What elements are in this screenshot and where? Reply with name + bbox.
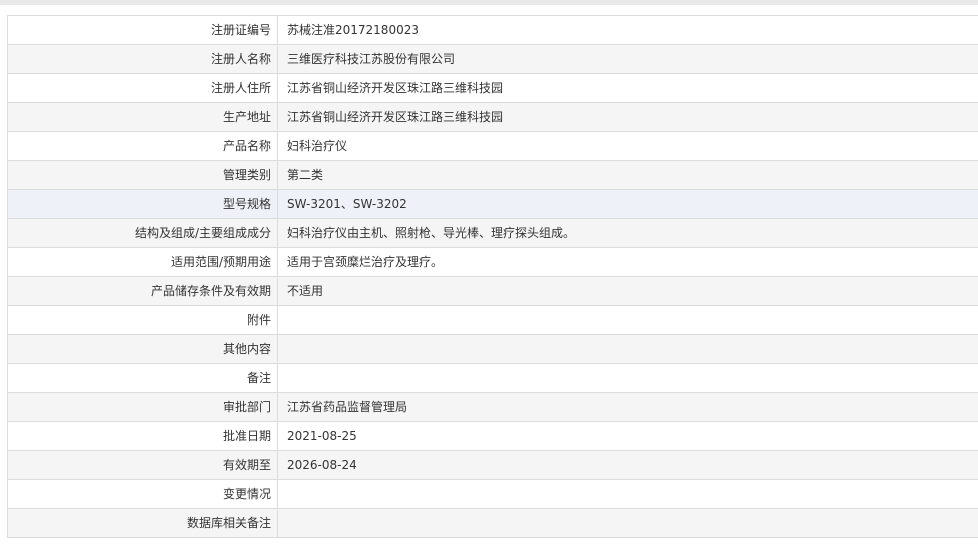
row-label: 其他内容 — [8, 335, 278, 363]
row-registrant-address: 注册人住所 江苏省铜山经济开发区珠江路三维科技园 — [8, 74, 978, 103]
row-value: 2021-08-25 — [287, 429, 357, 443]
row-label: 产品储存条件及有效期 — [8, 277, 278, 305]
row-label: 注册人名称 — [8, 45, 278, 73]
row-value: SW-3201、SW-3202 — [287, 197, 407, 211]
row-value: 苏械注准20172180023 — [287, 23, 419, 37]
row-value: 2026-08-24 — [287, 458, 357, 472]
row-label: 生产地址 — [8, 103, 278, 131]
row-product-name: 产品名称 妇科治疗仪 — [8, 132, 978, 161]
row-model-spec: 型号规格 SW-3201、SW-3202 — [8, 190, 978, 219]
row-value — [278, 480, 978, 508]
row-label: 产品名称 — [8, 132, 278, 160]
row-value — [278, 509, 978, 537]
row-value — [278, 364, 978, 392]
row-registration-number: 注册证编号 苏械注准20172180023 — [8, 16, 978, 45]
row-change-status: 变更情况 — [8, 480, 978, 509]
row-storage-validity: 产品储存条件及有效期 不适用 — [8, 277, 978, 306]
row-label: 结构及组成/主要组成成分 — [8, 219, 278, 247]
row-approval-department: 审批部门 江苏省药品监督管理局 — [8, 393, 978, 422]
row-value: 妇科治疗仪 — [287, 139, 348, 153]
row-value: 第二类 — [287, 168, 324, 182]
row-other-content: 其他内容 — [8, 335, 978, 364]
row-value — [278, 306, 978, 334]
row-label: 有效期至 — [8, 451, 278, 479]
row-label: 审批部门 — [8, 393, 278, 421]
row-management-category: 管理类别 第二类 — [8, 161, 978, 190]
row-label: 注册证编号 — [8, 16, 278, 44]
row-value: 妇科治疗仪由主机、照射枪、导光棒、理疗探头组成。 — [287, 226, 576, 240]
row-value: 不适用 — [287, 284, 324, 298]
row-intended-use: 适用范围/预期用途 适用于宫颈糜烂治疗及理疗。 — [8, 248, 978, 277]
row-approval-date: 批准日期 2021-08-25 — [8, 422, 978, 451]
row-label: 型号规格 — [8, 190, 278, 218]
row-attachments: 附件 — [8, 306, 978, 335]
row-value: 三维医疗科技江苏股份有限公司 — [287, 52, 456, 66]
row-value: 江苏省铜山经济开发区珠江路三维科技园 — [287, 110, 504, 124]
row-label: 注册人住所 — [8, 74, 278, 102]
row-label: 变更情况 — [8, 480, 278, 508]
registration-detail-table: 注册证编号 苏械注准20172180023 注册人名称 三维医疗科技江苏股份有限… — [7, 15, 978, 538]
row-label: 适用范围/预期用途 — [8, 248, 278, 276]
row-value — [278, 335, 978, 363]
row-label: 批准日期 — [8, 422, 278, 450]
row-value: 江苏省铜山经济开发区珠江路三维科技园 — [287, 81, 504, 95]
row-structure-composition: 结构及组成/主要组成成分 妇科治疗仪由主机、照射枪、导光棒、理疗探头组成。 — [8, 219, 978, 248]
row-valid-until: 有效期至 2026-08-24 — [8, 451, 978, 480]
row-value: 江苏省药品监督管理局 — [287, 400, 408, 414]
top-strip — [0, 0, 978, 5]
row-database-notes: 数据库相关备注 — [8, 509, 978, 538]
row-production-address: 生产地址 江苏省铜山经济开发区珠江路三维科技园 — [8, 103, 978, 132]
row-remarks: 备注 — [8, 364, 978, 393]
row-value: 适用于宫颈糜烂治疗及理疗。 — [287, 255, 444, 269]
row-label: 数据库相关备注 — [8, 509, 278, 537]
row-label: 备注 — [8, 364, 278, 392]
row-registrant-name: 注册人名称 三维医疗科技江苏股份有限公司 — [8, 45, 978, 74]
row-label: 附件 — [8, 306, 278, 334]
row-label: 管理类别 — [8, 161, 278, 189]
